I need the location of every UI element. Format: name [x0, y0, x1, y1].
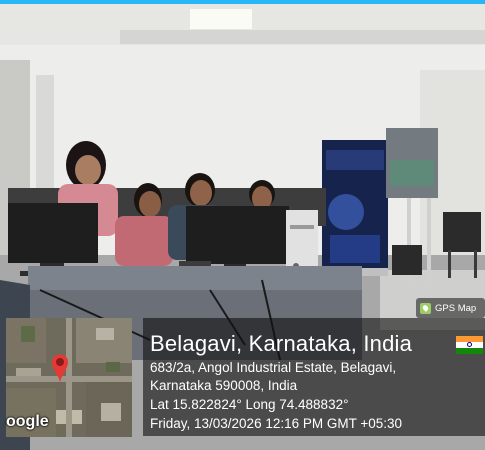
map-provider-logo: oogle: [6, 413, 49, 430]
gps-badge-label: GPS Map: [435, 302, 477, 314]
map-pin-icon: [420, 302, 431, 314]
timestamp-text: Friday, 13/03/2026 12:16 PM GMT +05:30: [150, 416, 403, 431]
location-title: Belagavi, Karnataka, India: [150, 331, 413, 356]
address-line-2: Karnataka 590008, India: [150, 378, 298, 393]
address-line-1: 683/2a, Angol Industrial Estate, Belagav…: [150, 360, 397, 375]
gps-map-camera-badge: GPS Map: [416, 298, 485, 318]
coordinates-text: Lat 15.822824° Long 74.488832°: [150, 397, 349, 412]
india-flag-icon: [456, 336, 483, 354]
top-accent-bar: [0, 0, 485, 4]
